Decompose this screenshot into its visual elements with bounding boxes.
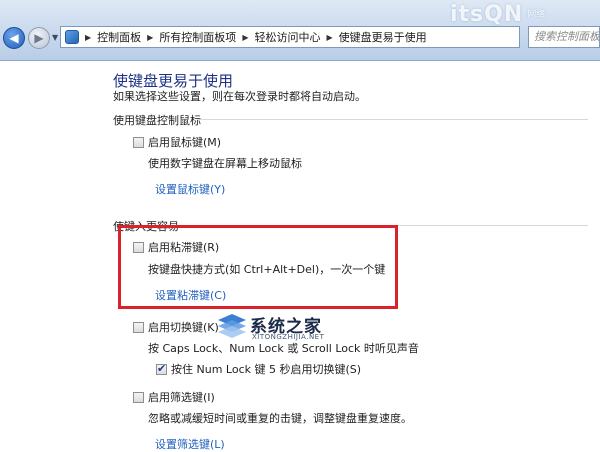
chevron-down-icon: ▼: [52, 33, 59, 42]
section-divider: [197, 119, 588, 120]
back-button[interactable]: ◀: [3, 27, 25, 49]
filter-keys-checkbox[interactable]: [133, 391, 144, 403]
num-lock-toggle-checkbox[interactable]: [156, 362, 167, 375]
watermark-subtext: XITONGZHIJIA.NET: [252, 333, 325, 341]
section-mouse-keys: 使用键盘控制鼠标: [113, 112, 588, 128]
section-heading: 使用键盘控制鼠标: [113, 114, 201, 127]
arrow-right-icon: ▶: [34, 31, 44, 45]
address-bar[interactable]: ▶ 控制面板 ▶ 所有控制面板项 ▶ 轻松访问中心 ▶ 使键盘更易于使用: [60, 26, 520, 48]
mouse-keys-checkbox-row[interactable]: 启用鼠标键(M): [133, 134, 221, 150]
history-dropdown-button[interactable]: ▼: [52, 33, 58, 42]
search-input[interactable]: 搜索控制面板: [528, 26, 600, 48]
setup-mouse-keys-link[interactable]: 设置鼠标键(Y): [155, 181, 225, 197]
red-highlight-annotation: [118, 225, 398, 309]
mouse-keys-description: 使用数字键盘在屏幕上移动鼠标: [148, 157, 302, 170]
arrow-left-icon: ◀: [9, 31, 19, 45]
num-lock-toggle-checkbox-row[interactable]: 按住 Num Lock 键 5 秒启用切换键(S): [156, 361, 361, 377]
toggle-keys-label[interactable]: 启用切换键(K): [148, 319, 219, 335]
filter-keys-label[interactable]: 启用筛选键(I): [148, 389, 215, 405]
page-description: 如果选择这些设置，则在每次登录时都将自动启动。: [113, 90, 366, 103]
breadcrumb-keyboard[interactable]: 使键盘更易于使用: [339, 29, 427, 45]
breadcrumb-control-panel[interactable]: 控制面板: [97, 29, 141, 45]
chevron-right-icon: ▶: [85, 32, 92, 42]
brand-watermark-logo: itsQN 网络: [450, 2, 546, 27]
filter-keys-checkbox-row[interactable]: 启用筛选键(I): [133, 389, 215, 405]
toggle-keys-checkbox-row[interactable]: 启用切换键(K): [133, 319, 219, 335]
watermark-logo-icon: [218, 314, 246, 338]
toggle-keys-checkbox[interactable]: [133, 321, 144, 333]
chevron-right-icon[interactable]: ▶: [242, 33, 248, 42]
mouse-keys-label[interactable]: 启用鼠标键(M): [148, 134, 221, 150]
mouse-keys-checkbox[interactable]: [133, 136, 144, 148]
site-watermark: 系统之家 XITONGZHIJIA.NET: [210, 306, 350, 348]
forward-button[interactable]: ▶: [28, 27, 50, 49]
breadcrumb-ease-of-access[interactable]: 轻松访问中心: [254, 29, 320, 45]
filter-keys-description: 忽略或减缓短时间或重复的击键，调整键盘重复速度。: [148, 412, 412, 425]
chevron-right-icon[interactable]: ▶: [326, 33, 332, 42]
breadcrumb-all-items[interactable]: 所有控制面板项: [159, 29, 236, 45]
explorer-toolbar: itsQN 网络 ◀ ▶ ▼ ▶ 控制面板 ▶ 所有控制面板项 ▶ 轻松访问中心 …: [0, 0, 600, 61]
num-lock-toggle-label[interactable]: 按住 Num Lock 键 5 秒启用切换键(S): [171, 361, 361, 377]
control-panel-icon: [65, 30, 79, 44]
chevron-right-icon[interactable]: ▶: [147, 33, 153, 42]
